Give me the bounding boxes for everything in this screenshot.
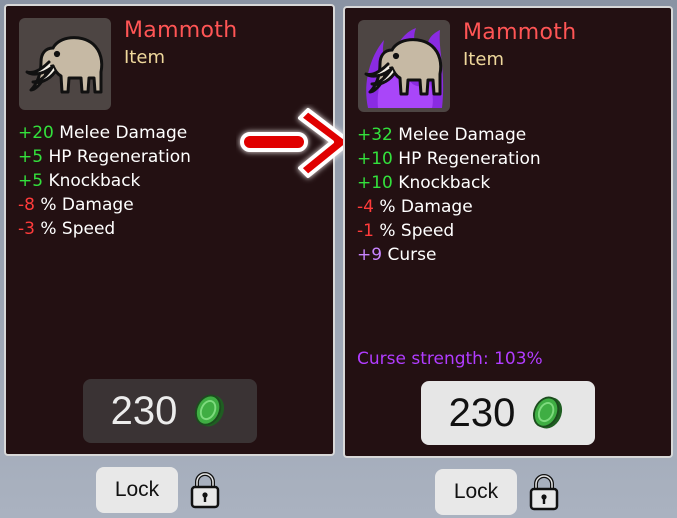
stat-knockback: +5 Knockback bbox=[18, 171, 141, 191]
stat-speed-percent: -1 % Speed bbox=[357, 221, 455, 241]
stat-damage-percent: -4 % Damage bbox=[357, 197, 473, 217]
item-type: Item bbox=[124, 47, 165, 68]
curse-strength: Curse strength: 103% bbox=[357, 349, 543, 369]
price-tag: 230 bbox=[83, 379, 257, 443]
item-name: Mammoth bbox=[463, 20, 577, 45]
item-name: Mammoth bbox=[124, 18, 238, 43]
stats-list: +32 Melee Damage +10 HP Regeneration +10… bbox=[357, 123, 541, 267]
stat-curse: +9 Curse bbox=[357, 245, 437, 265]
mammoth-icon bbox=[19, 18, 111, 110]
item-type: Item bbox=[463, 49, 504, 70]
stat-melee-damage: +32 Melee Damage bbox=[357, 125, 527, 145]
arrow-right-icon bbox=[240, 108, 352, 178]
stat-knockback: +10 Knockback bbox=[357, 173, 491, 193]
item-card-cursed: Mammoth Item +32 Melee Damage +10 HP Reg… bbox=[343, 6, 673, 458]
stat-melee-damage: +20 Melee Damage bbox=[18, 123, 188, 143]
padlock-icon[interactable] bbox=[189, 471, 221, 509]
stat-hp-regeneration: +5 HP Regeneration bbox=[18, 147, 191, 167]
lock-button[interactable]: Lock bbox=[435, 469, 517, 515]
item-card-original: Mammoth Item +20 Melee Damage +5 HP Rege… bbox=[4, 4, 335, 456]
stat-hp-regeneration: +10 HP Regeneration bbox=[357, 149, 541, 169]
price-value: 230 bbox=[448, 390, 516, 435]
cursed-mammoth-icon bbox=[358, 20, 450, 112]
padlock-icon[interactable] bbox=[528, 473, 560, 511]
lock-button[interactable]: Lock bbox=[96, 467, 178, 513]
coin-icon bbox=[533, 396, 563, 429]
price-tag[interactable]: 230 bbox=[421, 381, 595, 445]
stat-speed-percent: -3 % Speed bbox=[18, 219, 116, 239]
stats-list: +20 Melee Damage +5 HP Regeneration +5 K… bbox=[18, 121, 191, 241]
stat-damage-percent: -8 % Damage bbox=[18, 195, 134, 215]
price-value: 230 bbox=[110, 388, 178, 433]
coin-icon bbox=[195, 394, 225, 427]
